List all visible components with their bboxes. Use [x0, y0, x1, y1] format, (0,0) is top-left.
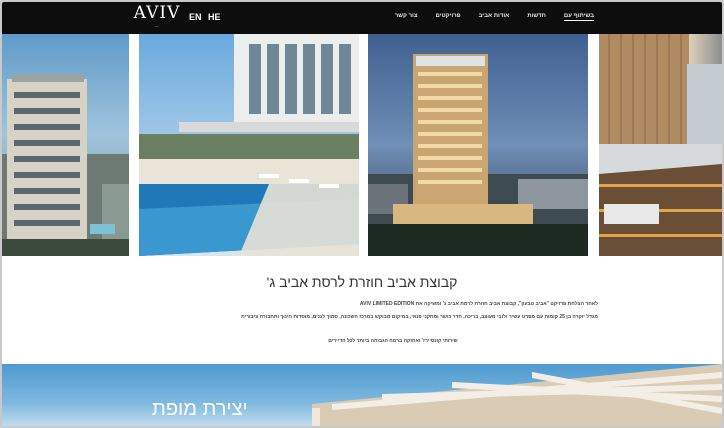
project-info-section: קבוצת אביב חוזרת לרסת אביב ג' לאחר הצלחת… [2, 256, 722, 364]
language-en[interactable]: EN [189, 12, 202, 22]
main-navigation: צור קשר פרויקטים אודות אביב חדשות בשיתוף… [395, 13, 594, 21]
browser-frame: AVIV — EN HE צור קשר פרויקטים אודות אביב… [0, 0, 724, 428]
sauna-illustration [599, 34, 722, 256]
tower-night-illustration [368, 54, 588, 256]
aviv-logo[interactable]: AVIV — [132, 4, 182, 30]
nav-item-projects[interactable]: פרויקטים [436, 13, 461, 21]
logo-wordmark: AVIV [133, 3, 181, 23]
paragraph-services: שירותי קונסיירז' ואחזקה ברמה הגבוהה ביות… [328, 338, 458, 344]
gallery-image-tower[interactable] [2, 34, 129, 256]
pool-illustration [139, 34, 359, 256]
nav-item-contact[interactable]: צור קשר [395, 13, 418, 21]
gallery-image-pool[interactable] [139, 34, 359, 256]
nav-item-about[interactable]: אודות אביב [479, 13, 510, 21]
hero-banner: יצירת מופת [2, 364, 722, 426]
gallery-image-sauna[interactable] [599, 34, 722, 256]
logo-tagline: — [154, 23, 160, 28]
section-title: קבוצת אביב חוזרת לרסת אביב ג' [266, 274, 458, 290]
pergola-illustration [312, 364, 722, 426]
language-he[interactable]: HE [208, 12, 221, 22]
gallery-image-tower-night[interactable] [368, 34, 588, 256]
language-switcher: EN HE [189, 12, 225, 22]
paragraph-intro: לאחר הצלחת פרויקט "אביב טבעון", קבוצת אב… [359, 301, 598, 307]
image-gallery [2, 34, 722, 256]
tower-day-illustration [2, 74, 129, 256]
nav-item-partners[interactable]: בשיתוף עם [563, 13, 594, 21]
top-navigation-bar: AVIV — EN HE צור קשר פרויקטים אודות אביב… [2, 2, 722, 34]
hero-headline: יצירת מופת [152, 398, 248, 420]
nav-item-news[interactable]: חדשות [527, 13, 546, 21]
paragraph-details: מגדל יוקרה בן 25 קומות עם מפרט עשיר ולוב… [241, 314, 598, 320]
